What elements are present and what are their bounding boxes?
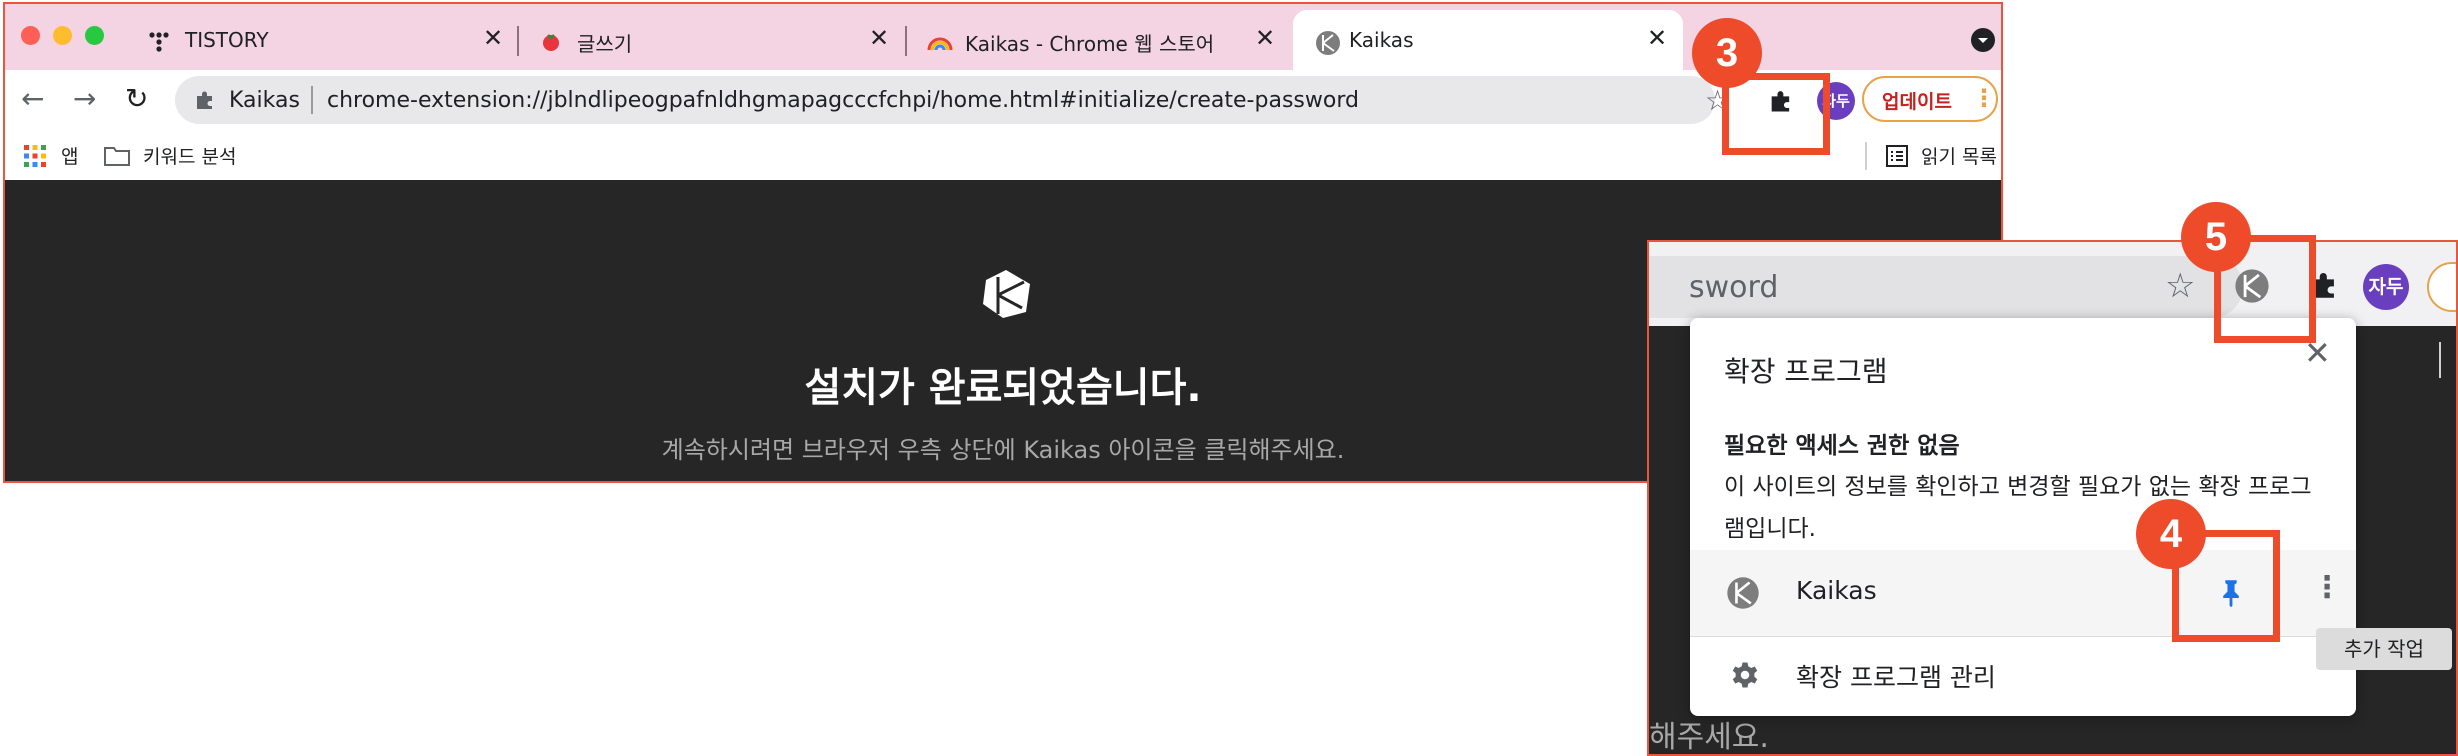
tab-title: Kaikas bbox=[1349, 28, 1414, 52]
maximize-window-button[interactable] bbox=[85, 26, 104, 45]
apps-grid-icon[interactable] bbox=[23, 144, 47, 168]
tab-divider bbox=[905, 26, 907, 56]
tooltip: 추가 작업 bbox=[2316, 628, 2452, 670]
inset-toolbar: sword ☆ 자두 bbox=[1649, 242, 2456, 326]
kaikas-icon bbox=[1316, 31, 1340, 55]
tab-kaikas[interactable]: Kaikas ✕ bbox=[1293, 10, 1683, 72]
site-chip: Kaikas bbox=[229, 88, 300, 113]
popup-title: 확장 프로그램 bbox=[1724, 355, 1888, 388]
address-bar[interactable]: Kaikas chrome-extension://jblndlipeogpaf… bbox=[175, 76, 1730, 124]
more-vert-icon[interactable]: ⋮ bbox=[2312, 570, 2342, 605]
close-tab-icon[interactable]: ✕ bbox=[483, 24, 503, 52]
address-divider bbox=[311, 86, 313, 114]
tab-search-button[interactable] bbox=[1971, 28, 1995, 52]
reading-list-label[interactable]: 읽기 목록 bbox=[1921, 142, 1997, 169]
manage-extensions-link[interactable]: 확장 프로그램 관리 bbox=[1796, 658, 1996, 694]
tab-chrome-web-store[interactable]: Kaikas - Chrome 웹 스토어 ✕ bbox=[909, 10, 1293, 72]
kaikas-logo-icon bbox=[983, 270, 1030, 318]
url-text[interactable]: chrome-extension://jblndlipeogpafnldhgma… bbox=[327, 88, 1359, 113]
puzzle-icon bbox=[197, 91, 212, 109]
rainbow-icon bbox=[927, 37, 953, 51]
tab-title: TISTORY bbox=[185, 28, 269, 52]
tab-write[interactable]: 글쓰기 ✕ bbox=[521, 10, 895, 72]
bookmark-star-icon[interactable]: ☆ bbox=[2165, 266, 2195, 306]
extension-name: Kaikas bbox=[1796, 576, 1877, 605]
tab-tistory[interactable]: TISTORY ✕ bbox=[129, 10, 515, 72]
close-tab-icon[interactable]: ✕ bbox=[869, 24, 889, 52]
callout-badge-4: 4 bbox=[2136, 499, 2206, 569]
more-vert-icon[interactable]: ⋮ bbox=[1972, 84, 1996, 112]
bookmarks-divider bbox=[2439, 342, 2441, 378]
callout-badge-5: 5 bbox=[2181, 202, 2251, 272]
inset-page-text: 해주세요. bbox=[1649, 720, 1769, 755]
profile-avatar[interactable]: 자두 bbox=[2363, 264, 2409, 310]
bookmark-apps[interactable]: 앱 bbox=[61, 142, 78, 169]
close-tab-icon[interactable]: ✕ bbox=[1647, 24, 1667, 52]
toolbar: ← → ↻ Kaikas chrome-extension://jblndlip… bbox=[5, 70, 2001, 132]
tistory-icon bbox=[149, 32, 169, 52]
close-window-button[interactable] bbox=[21, 26, 40, 45]
back-icon[interactable]: ← bbox=[21, 82, 44, 115]
update-button-partial[interactable] bbox=[2427, 262, 2456, 312]
inset-url-text: sword bbox=[1689, 270, 1779, 305]
reading-list-icon bbox=[1886, 145, 1908, 167]
tomato-icon bbox=[543, 34, 559, 51]
callout-badge-3: 3 bbox=[1692, 18, 1762, 88]
gear-icon bbox=[1732, 662, 1758, 688]
inset-address-bar[interactable]: sword ☆ bbox=[1649, 256, 2243, 318]
tab-divider bbox=[517, 26, 519, 56]
forward-icon[interactable]: → bbox=[73, 82, 96, 115]
bookmarks-bar: 앱 키워드 분석 읽기 목록 bbox=[5, 132, 2001, 181]
tab-title: Kaikas - Chrome 웹 스토어 bbox=[965, 32, 1215, 56]
kaikas-icon bbox=[1727, 577, 1759, 609]
extensions-popup: 확장 프로그램 ✕ 필요한 액세스 권한 없음 이 사이트의 정보를 확인하고 … bbox=[1690, 318, 2356, 716]
bookmarks-divider bbox=[1865, 142, 1867, 170]
folder-icon bbox=[104, 147, 130, 166]
popup-subheading: 필요한 액세스 권한 없음 bbox=[1724, 433, 1960, 459]
close-tab-icon[interactable]: ✕ bbox=[1255, 24, 1275, 52]
chevron-down-icon bbox=[1978, 38, 1988, 43]
update-button[interactable]: 업데이트 ⋮ bbox=[1862, 76, 1998, 122]
bookmark-folder[interactable]: 키워드 분석 bbox=[143, 142, 236, 169]
reload-icon[interactable]: ↻ bbox=[125, 82, 148, 115]
minimize-window-button[interactable] bbox=[53, 26, 72, 45]
update-label: 업데이트 bbox=[1882, 91, 1952, 113]
tab-title: 글쓰기 bbox=[577, 32, 633, 56]
